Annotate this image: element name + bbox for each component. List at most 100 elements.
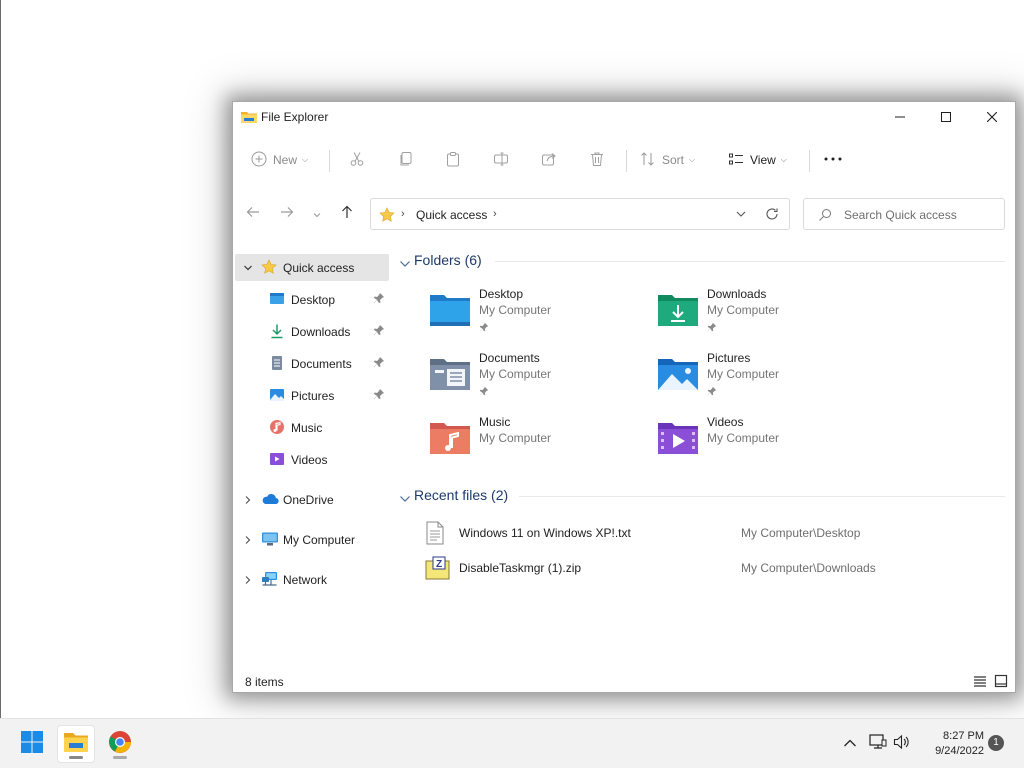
sidebar-item-pictures[interactable]: Pictures bbox=[235, 382, 389, 409]
pin-icon[interactable] bbox=[373, 324, 385, 339]
expand-chevron-right-icon[interactable] bbox=[243, 574, 253, 588]
pin-icon[interactable] bbox=[373, 356, 385, 371]
folder-location: My Computer bbox=[479, 367, 552, 381]
forward-button[interactable] bbox=[275, 202, 299, 226]
sidebar-item-onedrive[interactable]: OneDrive bbox=[235, 486, 389, 513]
folder-name: Music bbox=[479, 415, 511, 429]
folder-name: Downloads bbox=[707, 287, 767, 301]
address-bar[interactable]: › Quick access › bbox=[370, 198, 790, 230]
volume-speaker-icon[interactable] bbox=[893, 734, 911, 755]
notification-count-badge[interactable]: 1 bbox=[988, 735, 1004, 751]
sidebar-item-quick-access[interactable]: Quick access bbox=[235, 254, 389, 281]
view-button[interactable]: View ⌵ bbox=[728, 140, 787, 180]
folder-tile-pictures[interactable]: Pictures My Computer bbox=[657, 350, 867, 406]
folder-name: Documents bbox=[479, 351, 540, 365]
collapse-chevron-icon[interactable] bbox=[399, 491, 411, 507]
chevron-down-icon: ⌵ bbox=[780, 155, 787, 164]
recent-locations-button[interactable] bbox=[307, 202, 327, 226]
sidebar-item-network[interactable]: Network bbox=[235, 566, 389, 593]
title-bar[interactable]: File Explorer bbox=[233, 102, 1015, 132]
search-box[interactable]: Search Quick access bbox=[803, 198, 1005, 230]
file-row[interactable]: Z DisableTaskmgr (1).zip My Computer\Dow… bbox=[425, 555, 985, 581]
sidebar-item-documents[interactable]: Documents bbox=[235, 350, 389, 377]
close-button[interactable] bbox=[969, 102, 1015, 132]
view-label: View bbox=[750, 153, 776, 167]
sort-icon bbox=[640, 151, 656, 170]
sidebar-item-downloads[interactable]: Downloads bbox=[235, 318, 389, 345]
taskbar-chrome[interactable] bbox=[101, 725, 139, 763]
expand-chevron-down-icon[interactable] bbox=[243, 262, 253, 276]
expand-chevron-right-icon[interactable] bbox=[243, 494, 253, 508]
collapse-chevron-icon[interactable] bbox=[399, 256, 411, 272]
details-view-icon[interactable] bbox=[973, 674, 987, 693]
folders-heading: Folders (6) bbox=[414, 252, 482, 268]
windows-logo-icon bbox=[20, 730, 44, 759]
breadcrumb-chevron-icon[interactable]: › bbox=[493, 208, 497, 220]
chevron-down-icon bbox=[313, 205, 321, 223]
sidebar-item-videos[interactable]: Videos bbox=[235, 446, 389, 473]
sidebar-item-music[interactable]: Music bbox=[235, 414, 389, 441]
chevron-down-icon: ⌵ bbox=[689, 155, 696, 164]
address-dropdown-icon[interactable] bbox=[735, 207, 747, 225]
pin-icon[interactable] bbox=[373, 388, 385, 403]
delete-button[interactable] bbox=[589, 140, 605, 180]
file-row[interactable]: Windows 11 on Windows XP!.txt My Compute… bbox=[425, 520, 985, 546]
taskbar-file-explorer[interactable] bbox=[57, 725, 95, 763]
cut-button[interactable] bbox=[349, 140, 365, 180]
clock-time: 8:27 PM bbox=[943, 730, 984, 742]
new-button[interactable]: New ⌵ bbox=[251, 140, 308, 180]
network-status-icon[interactable] bbox=[869, 734, 887, 755]
search-placeholder: Search Quick access bbox=[844, 208, 957, 222]
pin-icon[interactable] bbox=[373, 292, 385, 307]
video-icon bbox=[269, 451, 285, 470]
paste-button[interactable] bbox=[445, 140, 461, 180]
copy-icon bbox=[398, 151, 414, 170]
folder-location: My Computer bbox=[479, 431, 552, 445]
expand-chevron-right-icon[interactable] bbox=[243, 534, 253, 548]
download-arrow-icon bbox=[269, 323, 285, 342]
sidebar-item-my-computer[interactable]: My Computer bbox=[235, 526, 389, 553]
clipboard-icon bbox=[445, 151, 461, 170]
up-button[interactable] bbox=[335, 202, 359, 226]
tiles-view-icon[interactable] bbox=[994, 674, 1008, 693]
folder-tile-downloads[interactable]: Downloads My Computer bbox=[657, 286, 867, 342]
file-name: DisableTaskmgr (1).zip bbox=[459, 561, 582, 575]
refresh-icon[interactable] bbox=[765, 207, 779, 226]
rename-button[interactable] bbox=[493, 140, 509, 180]
sidebar-item-label: Desktop bbox=[291, 293, 336, 307]
folder-name: Pictures bbox=[707, 351, 751, 365]
start-button[interactable] bbox=[13, 725, 51, 763]
back-button[interactable] bbox=[241, 202, 265, 226]
section-divider bbox=[495, 261, 1005, 262]
clock[interactable]: 8:27 PM 9/24/2022 bbox=[918, 729, 984, 759]
folder-name: Desktop bbox=[479, 287, 524, 301]
share-button[interactable] bbox=[541, 140, 557, 180]
documents-folder-icon bbox=[429, 356, 471, 397]
pin-icon bbox=[707, 383, 717, 401]
arrow-right-icon bbox=[280, 205, 294, 224]
chrome-icon bbox=[108, 730, 132, 759]
new-label: New bbox=[273, 153, 298, 167]
toolbar-divider bbox=[809, 150, 810, 172]
folder-tile-videos[interactable]: Videos My Computer bbox=[657, 414, 867, 470]
minimize-button[interactable] bbox=[877, 102, 923, 132]
file-location: My Computer\Desktop bbox=[741, 526, 861, 540]
folder-tile-music[interactable]: Music My Computer bbox=[429, 414, 639, 470]
show-hidden-icons-chevron-up-icon[interactable] bbox=[843, 735, 857, 753]
sidebar-item-label: Quick access bbox=[283, 261, 355, 275]
sidebar-item-desktop[interactable]: Desktop bbox=[235, 286, 389, 313]
search-icon bbox=[818, 208, 832, 227]
folder-name: Videos bbox=[707, 415, 744, 429]
breadcrumb-quick-access[interactable]: Quick access bbox=[416, 208, 487, 222]
maximize-button[interactable] bbox=[923, 102, 969, 132]
folder-tile-desktop[interactable]: Desktop My Computer bbox=[429, 286, 639, 342]
file-explorer-icon bbox=[63, 731, 89, 758]
more-options-button[interactable] bbox=[823, 140, 843, 180]
share-icon bbox=[541, 151, 557, 170]
folder-tile-documents[interactable]: Documents My Computer bbox=[429, 350, 639, 406]
trash-icon bbox=[589, 151, 605, 170]
copy-button[interactable] bbox=[398, 140, 414, 180]
plus-circle-icon bbox=[251, 151, 267, 170]
text-file-icon bbox=[425, 521, 445, 548]
sort-button[interactable]: Sort ⌵ bbox=[640, 140, 695, 180]
